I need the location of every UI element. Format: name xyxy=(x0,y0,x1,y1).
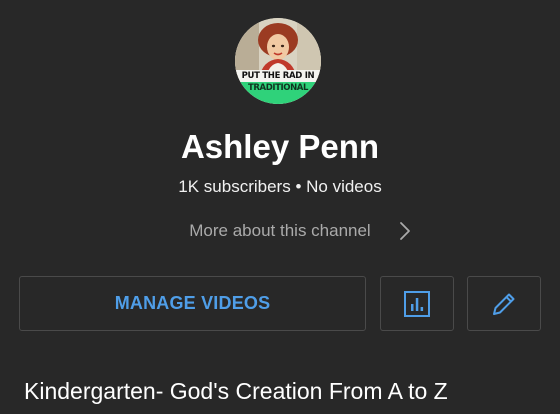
pencil-edit-icon xyxy=(493,293,515,315)
avatar-text-line1: PUT THE RAD IN xyxy=(235,70,321,82)
analytics-bar-chart-icon xyxy=(404,290,430,317)
more-about-channel-link[interactable]: More about this channel xyxy=(150,219,410,243)
manage-videos-button[interactable]: MANAGE VIDEOS xyxy=(19,276,366,331)
edit-channel-button[interactable] xyxy=(467,276,541,331)
more-about-label: More about this channel xyxy=(189,221,371,240)
avatar-text-line2: TRADITIONAL xyxy=(235,82,321,104)
channel-stats: 1K subscribers • No videos xyxy=(178,177,382,196)
channel-name: Ashley Penn xyxy=(180,128,380,165)
channel-avatar[interactable]: PUT THE RAD IN TRADITIONAL xyxy=(235,18,321,104)
analytics-button[interactable] xyxy=(380,276,454,331)
chevron-right-icon xyxy=(400,222,410,240)
playlist-title[interactable]: Kindergarten- God's Creation From A to Z xyxy=(24,376,448,406)
